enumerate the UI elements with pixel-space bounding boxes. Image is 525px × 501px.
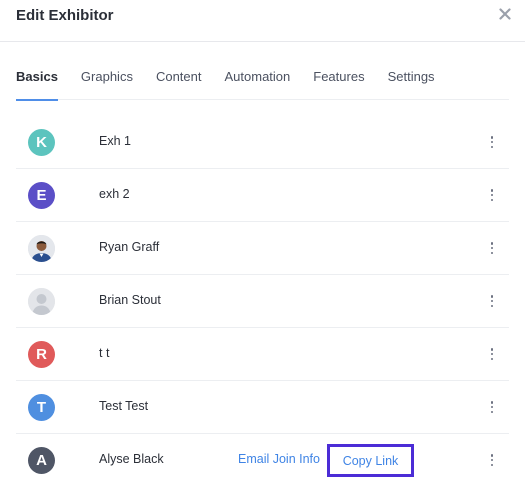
more-options-icon[interactable] [487,187,497,203]
avatar-initial: K [36,134,47,151]
exhibitor-user-list: K Exh 1 E exh 2 Ryan Graff Brian Stout R… [16,116,509,487]
user-name: Ryan Graff [99,240,160,254]
avatar: R [28,341,55,368]
more-options-icon[interactable] [487,399,497,415]
tab-features[interactable]: Features [313,60,364,100]
avatar: T [28,394,55,421]
copy-link-label: Copy Link [342,453,399,468]
list-item[interactable]: Brian Stout [16,275,509,328]
copy-link-button[interactable]: Copy Link [327,444,414,477]
avatar: E [28,182,55,209]
email-join-info-link[interactable]: Email Join Info [238,452,320,466]
list-item[interactable]: E exh 2 [16,169,509,222]
user-name: Test Test [99,399,149,413]
avatar: A [28,447,55,474]
list-item[interactable]: A Alyse Black Email Join Info Copy Link [16,434,509,487]
more-options-icon[interactable] [487,346,497,362]
edit-exhibitor-modal: Edit Exhibitor Basics Graphics Content A… [0,0,525,501]
more-options-icon[interactable] [487,240,497,256]
list-item[interactable]: R t t [16,328,509,381]
tab-basics[interactable]: Basics [16,60,58,101]
more-options-icon[interactable] [487,134,497,150]
avatar-placeholder [28,288,55,315]
more-options-icon[interactable] [487,293,497,309]
more-options-icon[interactable] [487,452,497,468]
list-item[interactable]: Ryan Graff [16,222,509,275]
avatar-photo [28,235,55,262]
tab-content[interactable]: Content [156,60,202,100]
user-name: Brian Stout [99,293,161,307]
tab-bar: Basics Graphics Content Automation Featu… [16,60,509,101]
modal-title: Edit Exhibitor [16,7,114,24]
list-item[interactable]: K Exh 1 [16,116,509,169]
modal-header: Edit Exhibitor [0,0,525,42]
user-name: exh 2 [99,187,130,201]
user-name: Exh 1 [99,134,131,148]
avatar-initial: A [36,452,47,469]
tab-graphics[interactable]: Graphics [81,60,133,100]
user-name: t t [99,346,110,360]
tab-automation[interactable]: Automation [225,60,291,100]
list-item[interactable]: T Test Test [16,381,509,434]
avatar-initial: E [36,187,47,204]
user-name: Alyse Black [99,452,164,466]
avatar-initial: T [36,399,47,416]
avatar: K [28,129,55,156]
avatar-initial: R [36,346,47,363]
close-icon[interactable] [497,6,513,22]
tab-settings[interactable]: Settings [388,60,435,100]
